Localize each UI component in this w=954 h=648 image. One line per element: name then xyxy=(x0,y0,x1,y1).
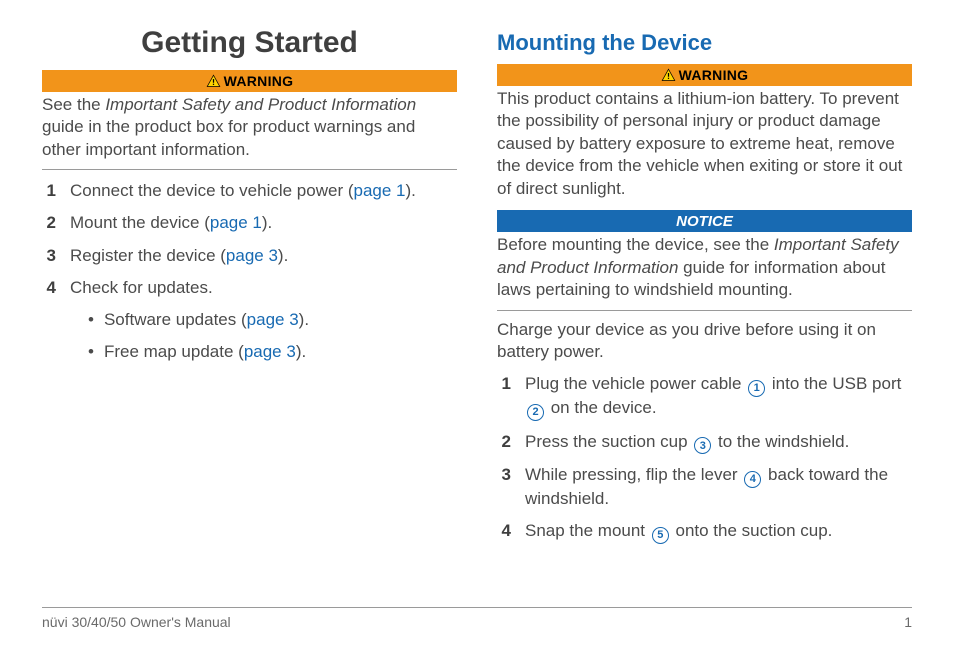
two-column-layout: Getting Started WARNING See the Importan… xyxy=(42,26,912,601)
warning-text-part1: See the xyxy=(42,95,105,114)
mounting-steps: 1Plug the vehicle power cable 1 into the… xyxy=(497,373,912,543)
step-text: Plug the vehicle power cable 1 into the … xyxy=(525,373,912,420)
list-item: Software updates (page 3). xyxy=(88,309,457,331)
notice-text: Before mounting the device, see the Impo… xyxy=(497,234,912,301)
footer-page-number: 1 xyxy=(904,614,912,630)
substep-text: Free map update (page 3). xyxy=(104,341,306,363)
step-number: 2 xyxy=(497,431,511,453)
page-title: Getting Started xyxy=(42,26,457,60)
page-link[interactable]: page 1 xyxy=(210,213,262,232)
warning-icon xyxy=(661,68,676,83)
step-number: 4 xyxy=(42,277,56,299)
step-number: 1 xyxy=(42,180,56,202)
right-column: Mounting the Device WARNING This product… xyxy=(497,26,912,601)
warning-text: This product contains a lithium-ion batt… xyxy=(497,88,912,200)
callout-number-icon: 3 xyxy=(694,437,711,454)
warning-bar: WARNING xyxy=(497,64,912,86)
step-text: Press the suction cup 3 to the windshiel… xyxy=(525,431,912,455)
warning-text-emphasis: Important Safety and Product Information xyxy=(105,95,416,114)
step-number: 4 xyxy=(497,520,511,542)
page-footer: nüvi 30/40/50 Owner's Manual 1 xyxy=(42,607,912,630)
page-link[interactable]: page 3 xyxy=(247,310,299,329)
step-text: While pressing, flip the lever 4 back to… xyxy=(525,464,912,510)
callout-number-icon: 2 xyxy=(527,404,544,421)
list-item: 2 Press the suction cup 3 to the windshie… xyxy=(497,431,912,455)
callout-number-icon: 4 xyxy=(744,471,761,488)
divider xyxy=(497,310,912,311)
step-text: Mount the device (page 1). xyxy=(70,212,457,234)
page-link[interactable]: page 3 xyxy=(244,342,296,361)
step-number: 3 xyxy=(497,464,511,486)
warning-icon xyxy=(206,74,221,89)
substep-text: Software updates (page 3). xyxy=(104,309,309,331)
warning-bar: WARNING xyxy=(42,70,457,92)
warning-label: WARNING xyxy=(224,73,294,89)
step-text: Connect the device to vehicle power (pag… xyxy=(70,180,457,202)
callout-number-icon: 5 xyxy=(652,527,669,544)
getting-started-substeps: Software updates (page 3). Free map updat… xyxy=(88,309,457,363)
step-text: Check for updates. xyxy=(70,277,457,299)
step-number: 3 xyxy=(42,245,56,267)
list-item: 3 While pressing, flip the lever 4 back t… xyxy=(497,464,912,510)
step-text: Register the device (page 3). xyxy=(70,245,457,267)
list-item: 4 Check for updates. xyxy=(42,277,457,299)
charge-text: Charge your device as you drive before u… xyxy=(497,319,912,364)
callout-number-icon: 1 xyxy=(748,380,765,397)
step-number: 2 xyxy=(42,212,56,234)
warning-text-part2: guide in the product box for product war… xyxy=(42,117,415,158)
section-heading: Mounting the Device xyxy=(497,30,912,56)
list-item: 1 Connect the device to vehicle power (pa… xyxy=(42,180,457,202)
page-link[interactable]: page 3 xyxy=(226,246,278,265)
page-link[interactable]: page 1 xyxy=(354,181,406,200)
notice-bar: NOTICE xyxy=(497,210,912,232)
list-item: 1Plug the vehicle power cable 1 into the… xyxy=(497,373,912,420)
list-item: 2 Mount the device (page 1). xyxy=(42,212,457,234)
left-column: Getting Started WARNING See the Importan… xyxy=(42,26,457,601)
notice-text-part1: Before mounting the device, see the xyxy=(497,235,774,254)
footer-left: nüvi 30/40/50 Owner's Manual xyxy=(42,614,231,630)
warning-text: See the Important Safety and Product Inf… xyxy=(42,94,457,161)
notice-label: NOTICE xyxy=(676,213,733,230)
list-item: Free map update (page 3). xyxy=(88,341,457,363)
list-item: 3 Register the device (page 3). xyxy=(42,245,457,267)
step-text: Snap the mount 5 onto the suction cup. xyxy=(525,520,912,544)
divider xyxy=(42,169,457,170)
list-item: 4 Snap the mount 5 onto the suction cup. xyxy=(497,520,912,544)
getting-started-steps: 1 Connect the device to vehicle power (pa… xyxy=(42,180,457,298)
warning-label: WARNING xyxy=(679,67,749,83)
page: Getting Started WARNING See the Importan… xyxy=(0,0,954,648)
step-number: 1 xyxy=(497,373,511,395)
